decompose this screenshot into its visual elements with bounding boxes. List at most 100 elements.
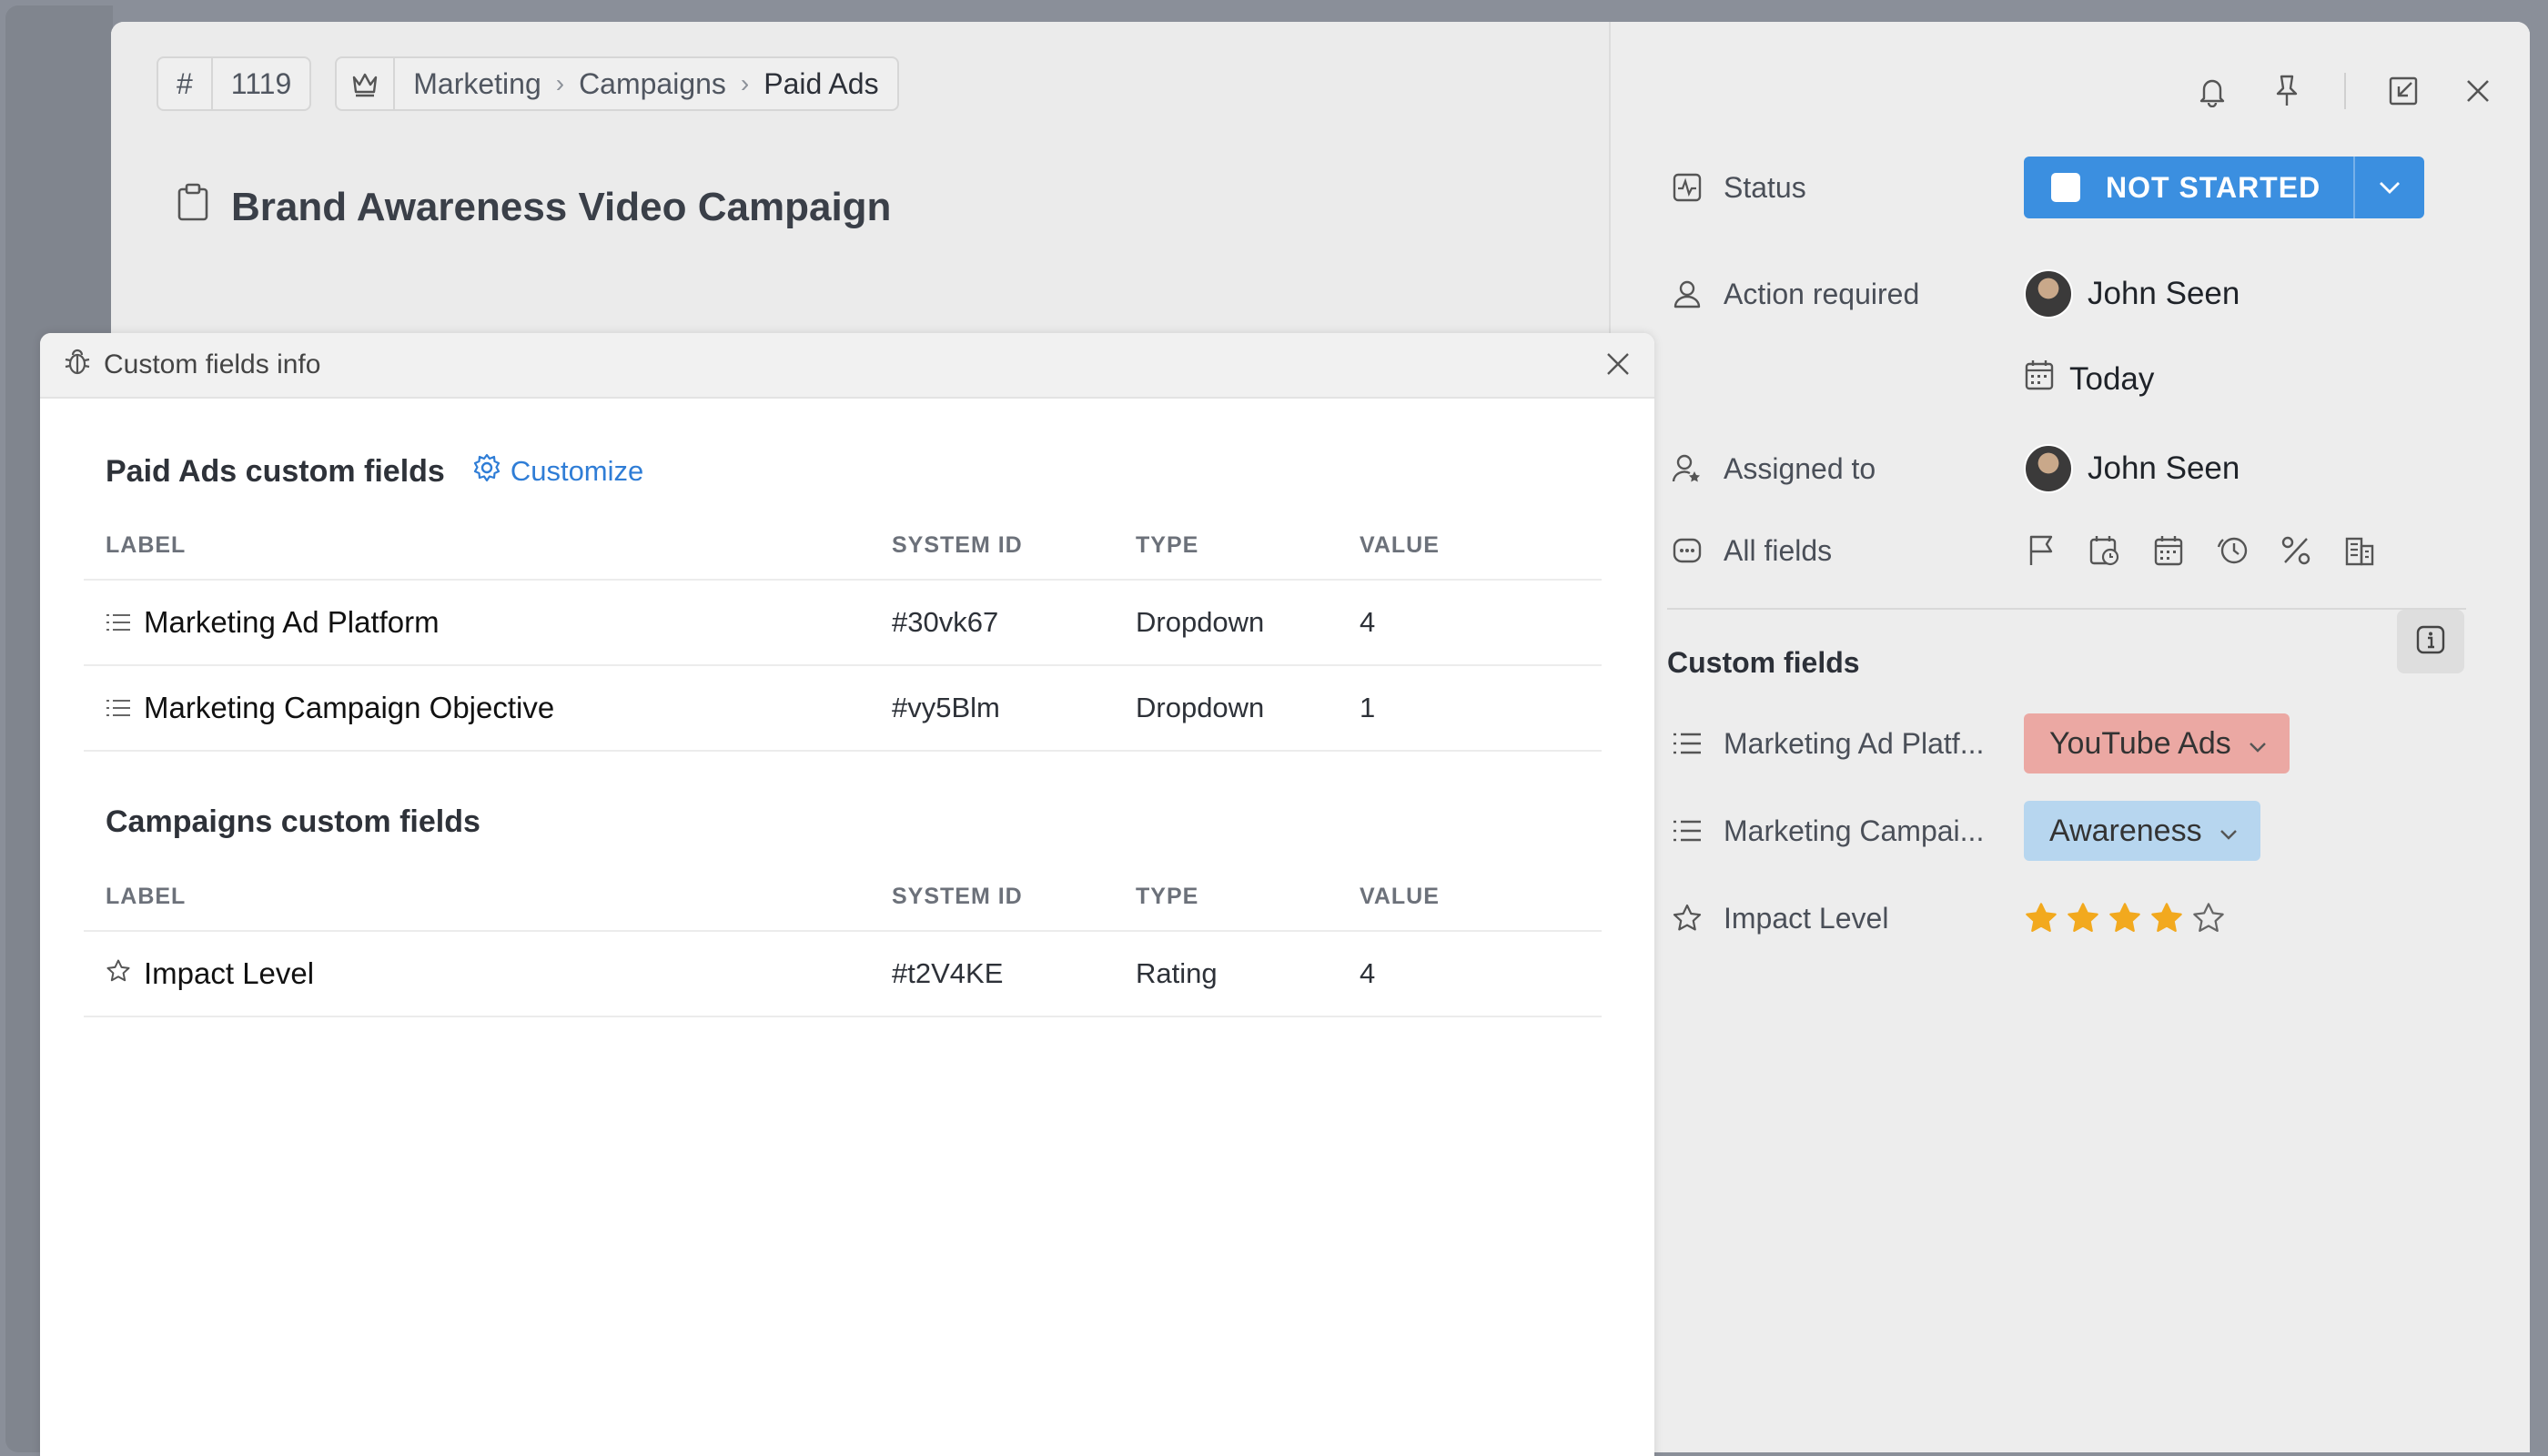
chevron-down-icon	[2219, 814, 2239, 849]
due-date-row: Today	[1671, 359, 2154, 399]
breadcrumb-paid-ads[interactable]: Paid Ads	[763, 67, 878, 101]
assignee[interactable]: John Seen	[2024, 444, 2240, 493]
calendar-clock-icon[interactable]	[2088, 533, 2122, 568]
section-header-campaigns: Campaigns custom fields	[106, 804, 480, 840]
action-required-assignee[interactable]: John Seen	[2024, 269, 2240, 318]
action-required-label: Action required	[1671, 278, 2024, 311]
list-icon	[106, 605, 131, 640]
impact-level-label: Impact Level	[1724, 901, 1889, 935]
section-divider	[1667, 608, 2466, 610]
col-value: VALUE	[1360, 883, 1440, 909]
table-row[interactable]: Marketing Ad Platform #30vk67 Dropdown 4	[84, 581, 1602, 666]
status-square-icon	[2051, 173, 2080, 202]
breadcrumb: # 1119 Marketing › Campaigns › Paid Ads	[157, 56, 899, 111]
bug-icon	[64, 347, 91, 383]
custom-fields-info-panel: Custom fields info Paid Ads custom field…	[40, 333, 1654, 1456]
campaign-objective-value: Awareness	[2049, 813, 2202, 848]
star-filled-icon[interactable]	[2024, 901, 2058, 935]
calendar-icon[interactable]	[2151, 533, 2186, 568]
field-label: Marketing Ad Platform	[144, 605, 440, 639]
close-icon[interactable]	[2461, 74, 2495, 108]
field-label: Impact Level	[144, 956, 315, 990]
percent-icon[interactable]	[2279, 533, 2313, 568]
panel-title: Custom fields info	[104, 349, 321, 379]
window-toolbar	[2195, 73, 2495, 109]
ad-platform-label: Marketing Ad Platf...	[1724, 726, 1985, 760]
table-header: LABEL SYSTEM ID TYPE VALUE	[84, 511, 1602, 581]
star-filled-icon[interactable]	[2108, 901, 2142, 935]
task-title-text[interactable]: Brand Awareness Video Campaign	[231, 185, 891, 230]
action-required-text: Action required	[1724, 277, 1920, 310]
star-empty-icon[interactable]	[2191, 901, 2226, 935]
more-fields-icon	[1671, 537, 1704, 564]
col-system-id: SYSTEM ID	[892, 531, 1023, 558]
flag-icon[interactable]	[2024, 533, 2058, 568]
action-person-name: John Seen	[2088, 276, 2240, 311]
status-value: NOT STARTED	[2106, 170, 2321, 204]
table-header: LABEL SYSTEM ID TYPE VALUE	[84, 863, 1602, 932]
custom-fields-heading: Custom fields	[1667, 646, 1860, 679]
field-value: 1	[1360, 692, 1376, 723]
field-value: 4	[1360, 957, 1376, 989]
due-date[interactable]: Today	[2024, 359, 2154, 399]
bell-icon[interactable]	[2195, 74, 2230, 108]
user-icon	[1671, 278, 1704, 309]
col-label: LABEL	[106, 883, 187, 909]
assigned-to-label: Assigned to	[1671, 452, 2024, 486]
hash-symbol: #	[177, 66, 193, 100]
activity-icon	[1671, 172, 1704, 203]
building-icon[interactable]	[2342, 533, 2377, 568]
table-row[interactable]: Impact Level #t2V4KE Rating 4	[84, 932, 1602, 1017]
close-icon	[1605, 351, 1631, 381]
list-icon	[1671, 731, 1704, 756]
star-filled-icon[interactable]	[2066, 901, 2100, 935]
user-star-icon	[1671, 453, 1704, 484]
status-label-text: Status	[1724, 170, 1806, 204]
chevron-down-icon	[2248, 726, 2268, 762]
crown-icon	[337, 58, 396, 109]
star-outline-icon	[106, 956, 131, 991]
minimize-to-corner-icon[interactable]	[2386, 74, 2421, 108]
pin-icon[interactable]	[2270, 74, 2304, 108]
avatar	[2024, 269, 2073, 318]
gear-icon	[472, 453, 501, 490]
customize-link[interactable]: Customize	[472, 453, 643, 490]
star-filled-icon[interactable]	[2149, 901, 2184, 935]
time-estimate-icon[interactable]	[2215, 533, 2250, 568]
info-icon	[2415, 624, 2446, 660]
ad-platform-dropdown[interactable]: YouTube Ads	[2024, 713, 2290, 774]
campaign-objective-dropdown[interactable]: Awareness	[2024, 801, 2260, 861]
ad-platform-value: YouTube Ads	[2049, 725, 2231, 761]
list-icon	[1671, 818, 1704, 844]
custom-field-impact-level: Impact Level	[1671, 901, 2226, 935]
custom-fields-info-button[interactable]	[2397, 610, 2464, 673]
section-header-paid-ads: Paid Ads custom fields Customize	[106, 453, 643, 490]
status-dropdown[interactable]: NOT STARTED	[2024, 157, 2424, 218]
task-id: 1119	[210, 58, 309, 109]
breadcrumb-marketing[interactable]: Marketing	[413, 67, 541, 101]
list-icon	[106, 691, 131, 725]
toolbar-divider	[2344, 73, 2346, 109]
table-row[interactable]: Marketing Campaign Objective #vy5Blm Dro…	[84, 666, 1602, 752]
due-date-text: Today	[2069, 360, 2155, 397]
panel-header: Custom fields info	[40, 333, 1654, 399]
field-system-id: #30vk67	[892, 606, 999, 638]
chevron-right-icon: ›	[740, 69, 750, 97]
breadcrumb-campaigns[interactable]: Campaigns	[579, 67, 726, 101]
impact-level-rating[interactable]	[2024, 901, 2226, 935]
chevron-down-icon[interactable]	[2353, 157, 2424, 218]
calendar-icon	[2024, 359, 2055, 399]
status-label: Status	[1671, 171, 2024, 205]
all-fields-text: All fields	[1724, 533, 1833, 567]
task-id-box[interactable]: # 1119	[157, 56, 312, 111]
col-system-id: SYSTEM ID	[892, 883, 1023, 909]
assigned-to-text: Assigned to	[1724, 451, 1876, 485]
section-heading: Paid Ads custom fields	[106, 453, 445, 489]
status-row: Status NOT STARTED	[1671, 157, 2424, 218]
col-label: LABEL	[106, 531, 187, 558]
custom-field-label: Impact Level	[1671, 902, 2024, 935]
close-panel-button[interactable]	[1600, 348, 1636, 384]
assignee-name: John Seen	[2088, 450, 2240, 486]
action-required-row: Action required John Seen	[1671, 269, 2240, 318]
custom-field-campaign-objective: Marketing Campai... Awareness	[1671, 801, 2260, 861]
